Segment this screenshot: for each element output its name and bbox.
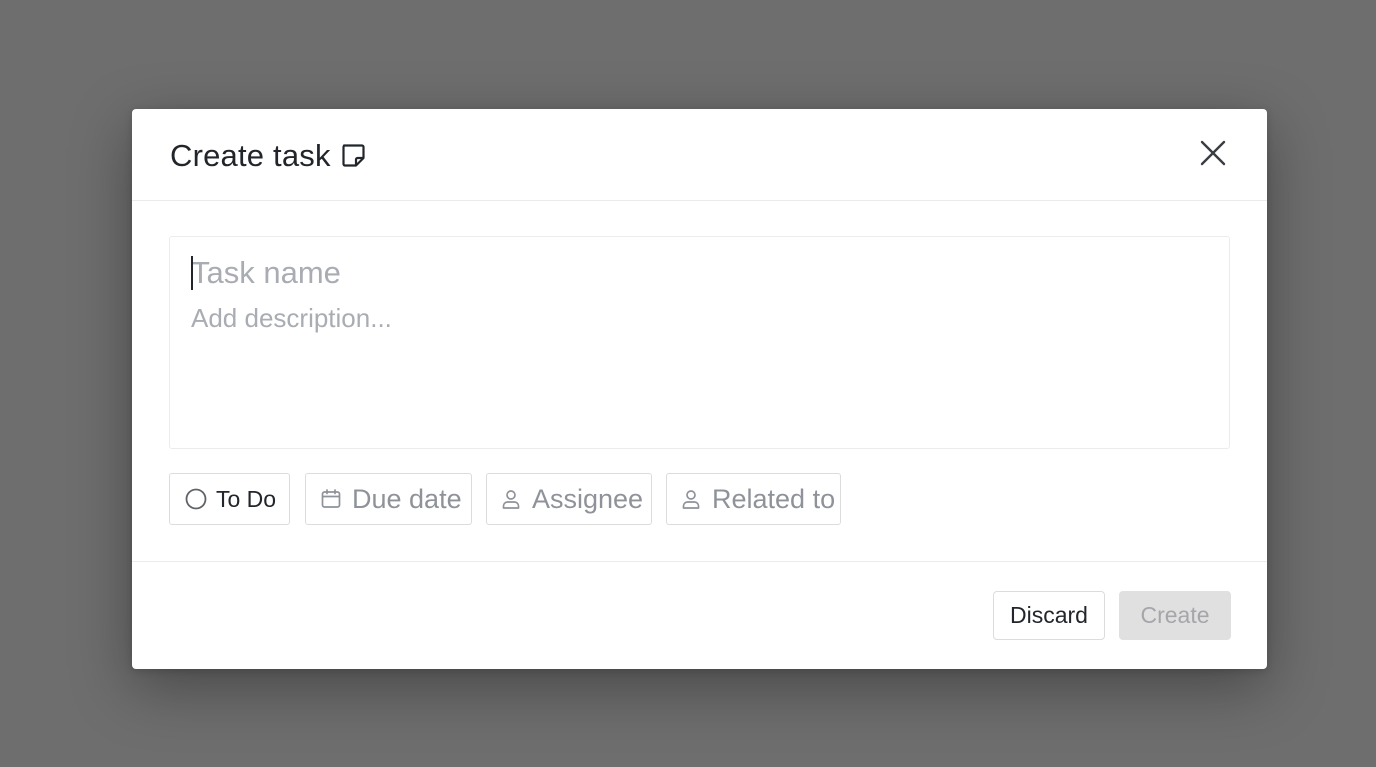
task-editor — [169, 236, 1230, 449]
create-button[interactable]: Create — [1119, 591, 1231, 640]
close-icon — [1199, 139, 1227, 172]
text-caret — [191, 256, 193, 290]
assignee-chip-label: Assignee — [532, 483, 644, 514]
assignee-chip[interactable]: Assignee — [486, 473, 652, 525]
close-button[interactable] — [1197, 139, 1229, 171]
person-icon — [502, 489, 520, 509]
person-icon — [682, 489, 700, 509]
due-date-chip-label: Due date — [352, 483, 462, 514]
description-input[interactable] — [191, 303, 1201, 423]
create-task-dialog: Create task To Do — [132, 109, 1267, 669]
note-icon — [339, 141, 367, 169]
task-name-input[interactable] — [191, 253, 1191, 293]
related-to-chip[interactable]: Related to — [666, 473, 841, 525]
related-to-chip-label: Related to — [712, 483, 836, 514]
status-chip-label: To Do — [216, 485, 277, 512]
due-date-chip[interactable]: Due date — [305, 473, 472, 525]
dialog-title: Create task — [170, 138, 331, 173]
calendar-icon — [321, 489, 341, 509]
dialog-footer: Discard Create — [132, 561, 1267, 670]
status-chip[interactable]: To Do — [169, 473, 290, 525]
circle-status-icon — [185, 488, 207, 510]
dialog-header: Create task — [132, 109, 1267, 201]
discard-button[interactable]: Discard — [993, 591, 1105, 640]
